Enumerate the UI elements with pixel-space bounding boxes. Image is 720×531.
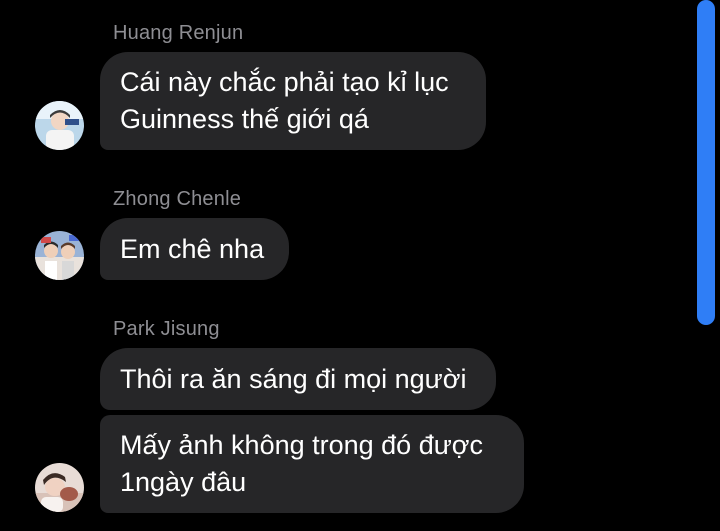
sender-name: Huang Renjun [113, 22, 244, 44]
message-text-line: Em chê nha [120, 233, 265, 264]
avatar[interactable] [35, 101, 84, 150]
avatar-image [35, 101, 84, 150]
avatar-image [35, 231, 84, 280]
message-bubble[interactable]: Cái này chắc phải tạo kỉ lục Guinness th… [100, 52, 486, 150]
message-text-line: Mấy ảnh không trong đó được [120, 430, 483, 460]
message-bubble[interactable]: Mấy ảnh không trong đó được 1ngày đâu [100, 415, 524, 513]
avatar[interactable] [35, 463, 84, 512]
message-bubble[interactable]: Em chê nha [100, 218, 289, 280]
message-text-line: Guinness thế giới qá [120, 104, 369, 134]
message-text-line: Thôi ra ăn sáng đi mọi người [120, 363, 467, 394]
message-text-line: Cái này chắc phải tạo kỉ lục [120, 67, 449, 97]
avatar[interactable] [35, 231, 84, 280]
message-text-line: 1ngày đâu [120, 467, 247, 497]
message-bubble[interactable]: Thôi ra ăn sáng đi mọi người [100, 348, 496, 410]
avatar-image [35, 463, 84, 512]
sender-name: Park Jisung [113, 318, 220, 340]
scrollbar-thumb[interactable] [697, 0, 715, 325]
chat-thread: Huang Renjun Cái này chắc phải tạo kỉ lụ… [0, 0, 720, 531]
sender-name: Zhong Chenle [113, 188, 242, 210]
